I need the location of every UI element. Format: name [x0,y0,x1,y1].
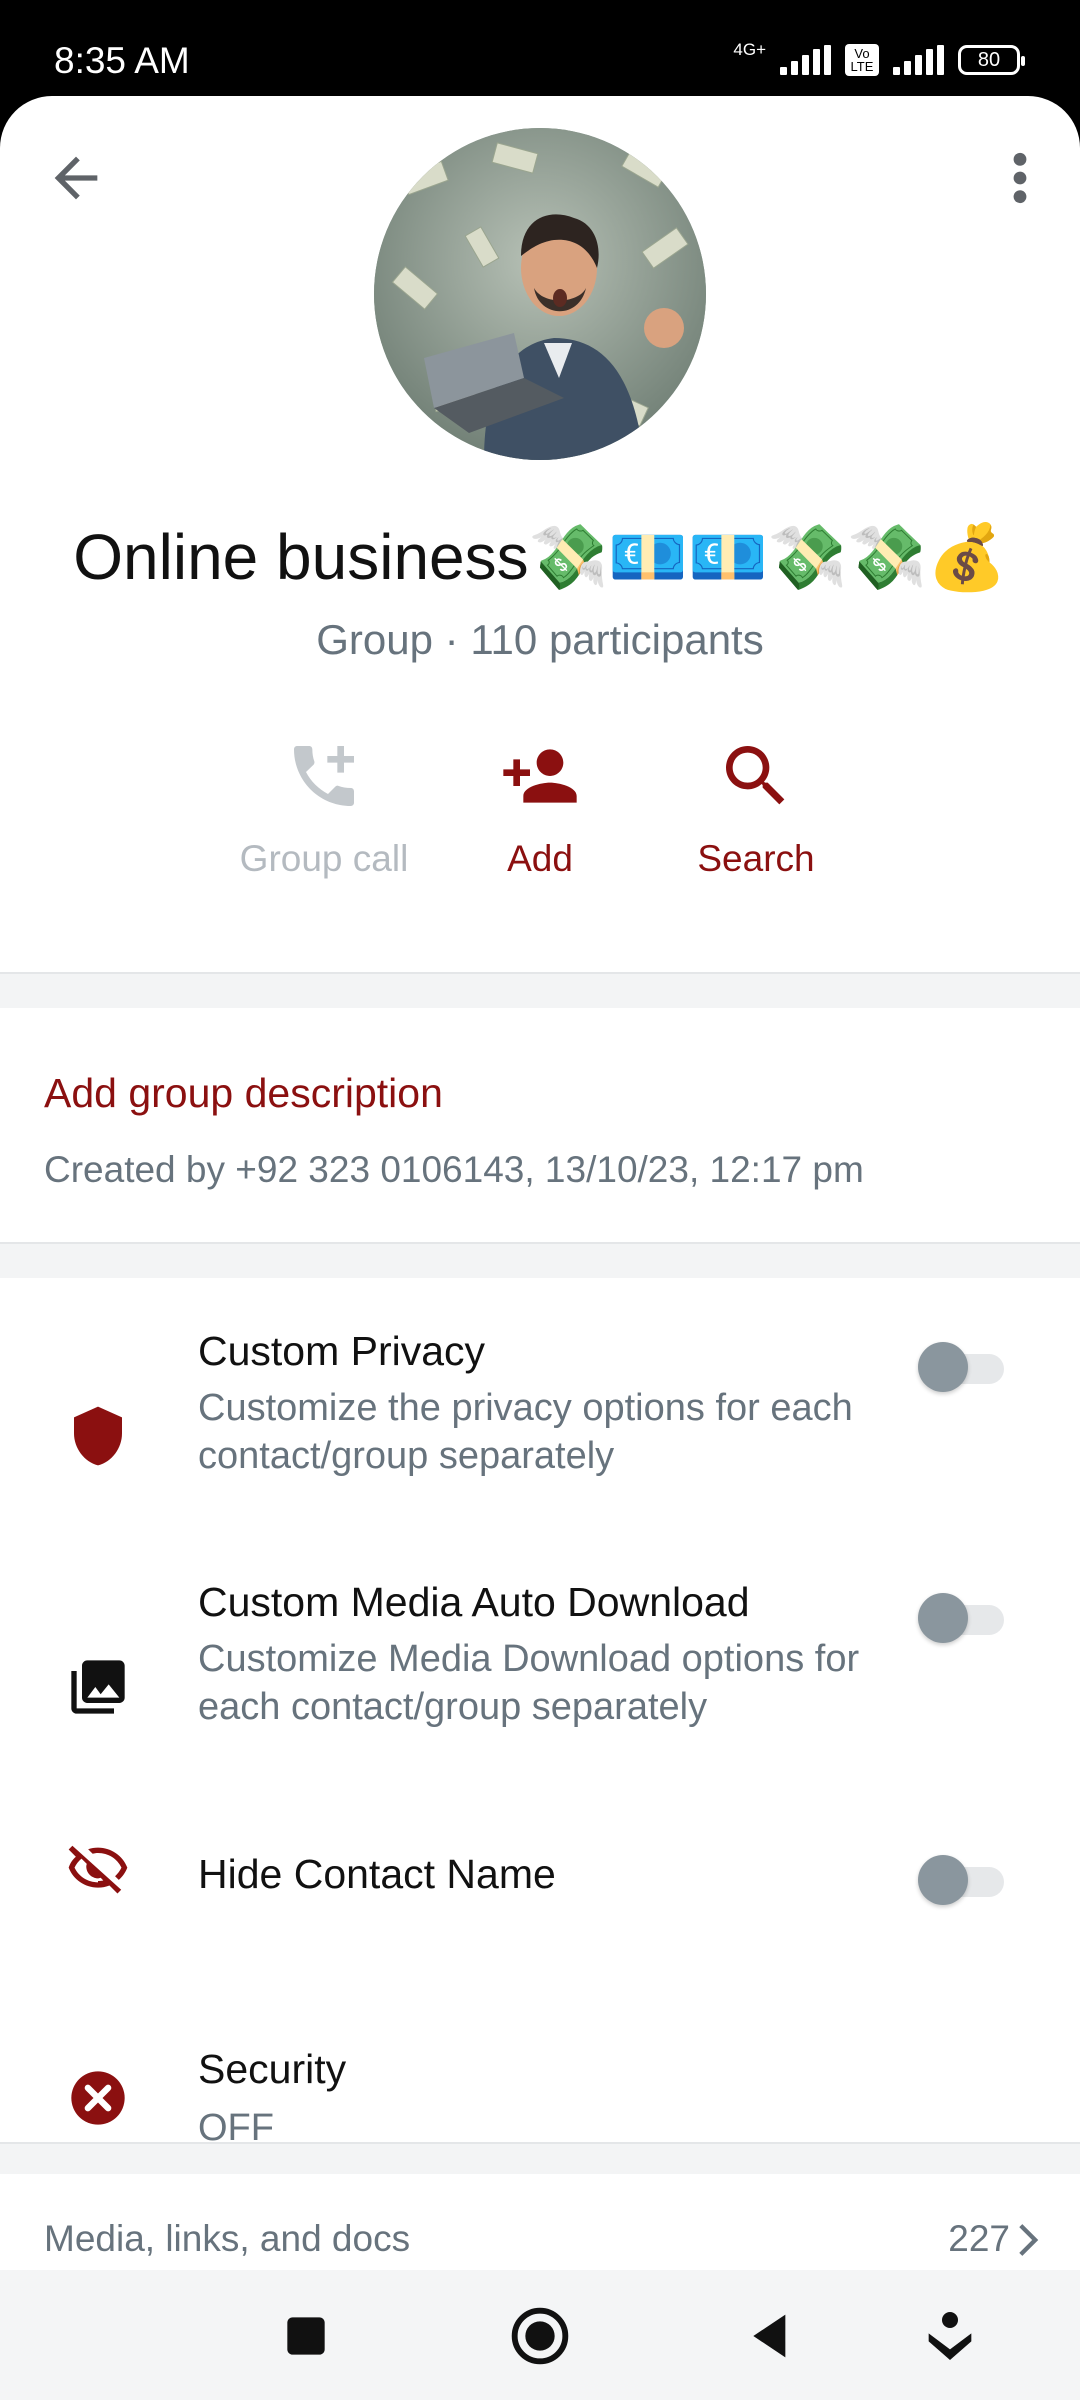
group-call-button[interactable]: Group call [204,736,444,880]
add-label: Add [507,838,573,879]
custom-media-download-toggle[interactable] [918,1593,1004,1643]
signal-icon-2 [893,45,944,75]
search-icon [726,746,785,805]
eye-off-icon [68,1845,128,1894]
photo-library-icon [71,1660,125,1714]
add-call-icon [294,746,354,806]
group-photo [374,128,706,460]
setting-title: Hide Contact Name [198,1851,556,1897]
signal-icon [780,45,831,75]
add-button[interactable]: Add [420,736,660,880]
shield-icon [74,1406,122,1466]
setting-title: Security [198,2046,347,2092]
back-nav-icon[interactable] [740,2304,804,2368]
group-avatar[interactable] [374,128,706,460]
toggle-thumb [918,1342,968,1392]
cancel-circle-icon [71,2071,125,2125]
add-group-description[interactable]: Add group description [44,1070,443,1117]
toggle-thumb [918,1593,968,1643]
status-bar: 8:35 AM 4G+ Vo LTE 80 [0,0,1080,96]
section-divider [0,2142,1080,2174]
more-vert-icon[interactable] [1000,146,1040,210]
setting-title: Custom Privacy [198,1328,486,1374]
home-icon[interactable] [508,2304,572,2368]
setting-custom-media-download[interactable]: Custom Media Auto Download Customize Med… [0,1579,1080,1779]
setting-description: Customize the privacy options for each c… [198,1387,853,1477]
group-info-sheet: Online business💸💶💶💸💸💰 Group · 110 partic… [0,96,1080,2270]
toggle-thumb [918,1855,968,1905]
search-label: Search [697,838,815,879]
system-nav-bar [0,2270,1080,2400]
recents-icon[interactable] [274,2304,338,2368]
notification-pull-icon[interactable] [918,2304,982,2368]
arrow-left-icon[interactable] [44,146,108,210]
group-subtitle: Group · 110 participants [316,616,764,663]
media-count: 227 [948,2218,1010,2259]
search-button[interactable]: Search [636,736,876,880]
action-row: Group call Add Search [0,736,1080,936]
group-name[interactable]: Online business💸💶💶💸💸💰 [0,520,1080,595]
section-divider [0,1242,1080,1278]
setting-description: Customize Media Download options for eac… [198,1638,860,1728]
person-add-icon [503,749,577,803]
volte-icon: Vo LTE [845,44,879,76]
chevron-right-icon [1019,2224,1039,2256]
media-links-docs-row[interactable]: Media, links, and docs 227 [0,2218,1080,2270]
custom-privacy-toggle[interactable] [918,1342,1004,1392]
group-call-label: Group call [239,838,409,879]
status-icons: 4G+ Vo LTE 80 [733,40,1025,76]
hide-contact-name-toggle[interactable] [918,1855,1004,1905]
created-by-text: Created by +92 323 0106143, 13/10/23, 12… [44,1149,864,1190]
status-time: 8:35 AM [54,40,190,81]
network-type: 4G+ [733,40,766,59]
setting-title: Custom Media Auto Download [198,1579,750,1625]
media-links-docs-label: Media, links, and docs [44,2218,411,2259]
section-divider [0,972,1080,1008]
battery-icon: 80 [958,45,1025,75]
setting-hide-contact-name[interactable]: Hide Contact Name [0,1831,1080,1941]
setting-custom-privacy[interactable]: Custom Privacy Customize the privacy opt… [0,1328,1080,1528]
